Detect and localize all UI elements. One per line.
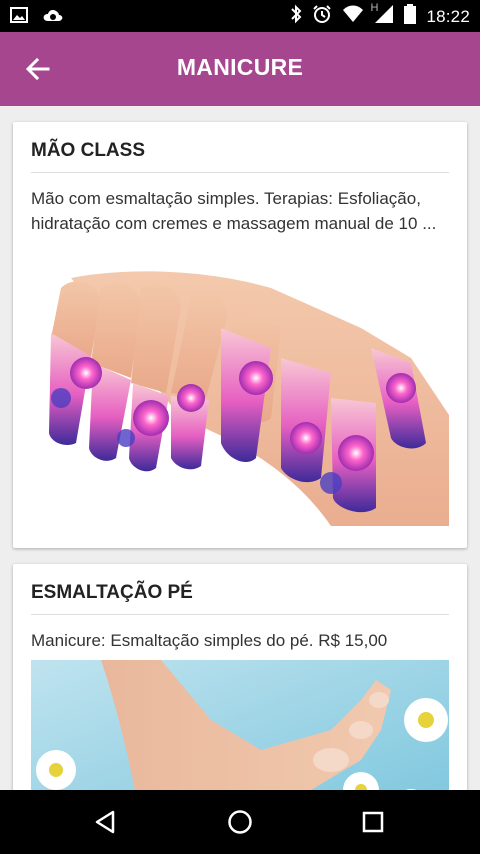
alarm-icon xyxy=(312,4,332,29)
nav-back-button[interactable] xyxy=(76,802,136,842)
service-title: ESMALTAÇÃO PÉ xyxy=(31,582,193,603)
status-time: 18:22 xyxy=(426,6,470,26)
divider xyxy=(31,172,449,173)
service-card[interactable]: MÃO CLASS Mão com esmaltação simples. Te… xyxy=(13,122,467,548)
nav-home-button[interactable] xyxy=(210,802,270,842)
battery-icon xyxy=(404,4,417,29)
image-icon xyxy=(10,6,28,29)
service-list[interactable]: MÃO CLASS Mão com esmaltação simples. Te… xyxy=(0,106,480,790)
service-description: Manicure: Esmaltação simples do pé. R$ 1… xyxy=(31,631,388,650)
divider xyxy=(31,614,449,615)
navigation-bar xyxy=(0,790,480,854)
wifi-icon xyxy=(342,5,364,28)
nav-home-icon[interactable] xyxy=(226,808,254,836)
service-title: MÃO CLASS xyxy=(31,140,145,161)
cloud-sync-icon xyxy=(42,6,64,29)
network-type-label: H xyxy=(370,2,394,29)
nail-art-photo xyxy=(31,268,449,526)
service-description: Mão com esmaltação simples. Terapias: Es… xyxy=(31,189,437,233)
service-card[interactable]: ESMALTAÇÃO PÉ Manicure: Esmaltação simpl… xyxy=(13,564,467,790)
nav-back-icon[interactable] xyxy=(93,809,119,835)
nav-recents-icon[interactable] xyxy=(361,810,385,834)
nav-recents-button[interactable] xyxy=(343,802,403,842)
bluetooth-icon xyxy=(290,4,302,29)
status-bar: H 18:22 xyxy=(0,0,480,32)
app-bar: MANICURE xyxy=(0,32,480,106)
page-title: MANICURE xyxy=(176,54,304,80)
pedicure-photo xyxy=(31,660,449,790)
